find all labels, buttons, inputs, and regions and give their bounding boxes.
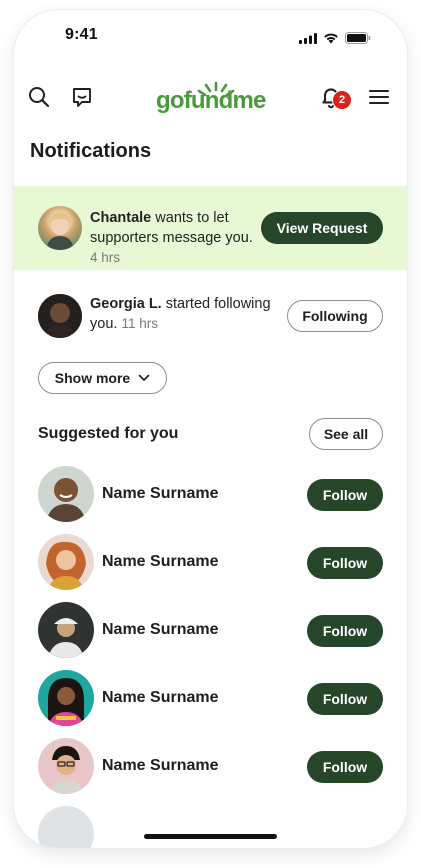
notification-item[interactable]: Chantale wants to let supporters message… [14, 186, 407, 270]
avatar [38, 806, 94, 848]
menu-icon[interactable] [366, 84, 392, 110]
app-header: gofundme 2 [14, 78, 407, 118]
follow-button[interactable]: Follow [307, 615, 383, 647]
gofundme-logo[interactable]: gofundme [156, 82, 266, 116]
show-more-label: Show more [54, 370, 131, 386]
suggested-name[interactable]: Name Surname [102, 485, 219, 503]
avatar[interactable] [38, 294, 82, 338]
avatar[interactable] [38, 534, 94, 590]
home-indicator[interactable] [144, 834, 277, 839]
notification-name: Georgia L. [90, 296, 162, 312]
avatar[interactable] [38, 466, 94, 522]
see-all-button[interactable]: See all [309, 418, 383, 450]
suggested-name[interactable]: Name Surname [102, 553, 219, 571]
notification-name: Chantale [90, 210, 152, 226]
suggested-name[interactable]: Name Surname [102, 621, 219, 639]
notification-text: Georgia L. started following you. 11 hrs [90, 294, 280, 334]
follow-button[interactable]: Follow [307, 751, 383, 783]
battery-icon [345, 32, 371, 44]
avatar[interactable] [38, 738, 94, 794]
status-icons [299, 32, 371, 44]
follow-button[interactable]: Follow [307, 547, 383, 579]
suggested-title: Suggested for you [38, 425, 179, 442]
message-icon[interactable] [69, 84, 95, 110]
wifi-icon [324, 33, 338, 44]
follow-button[interactable]: Follow [307, 683, 383, 715]
notification-time: 4 hrs [90, 250, 121, 265]
signal-icon [299, 32, 317, 44]
page-title: Notifications [30, 140, 152, 162]
chevron-down-icon [138, 374, 150, 381]
notification-time: 11 hrs [121, 316, 158, 331]
follow-button[interactable]: Follow [307, 479, 383, 511]
following-button[interactable]: Following [287, 300, 383, 332]
status-bar: 9:41 [14, 10, 407, 60]
avatar[interactable] [38, 206, 82, 250]
suggested-name[interactable]: Name Surname [102, 689, 219, 707]
notification-text: Chantale wants to let supporters message… [90, 208, 260, 268]
logo-text: gofundme [156, 87, 266, 114]
status-time: 9:41 [65, 26, 98, 43]
avatar[interactable] [38, 602, 94, 658]
suggested-name[interactable]: Name Surname [102, 757, 219, 775]
notification-item[interactable]: Georgia L. started following you. 11 hrs… [14, 286, 407, 356]
view-request-button[interactable]: View Request [261, 212, 383, 244]
avatar[interactable] [38, 670, 94, 726]
search-icon[interactable] [26, 84, 52, 110]
phone-screen: 9:41 gofundme 2 Notifications Chantale w… [14, 10, 407, 848]
show-more-button[interactable]: Show more [38, 362, 167, 394]
notification-count-badge: 2 [332, 90, 352, 110]
